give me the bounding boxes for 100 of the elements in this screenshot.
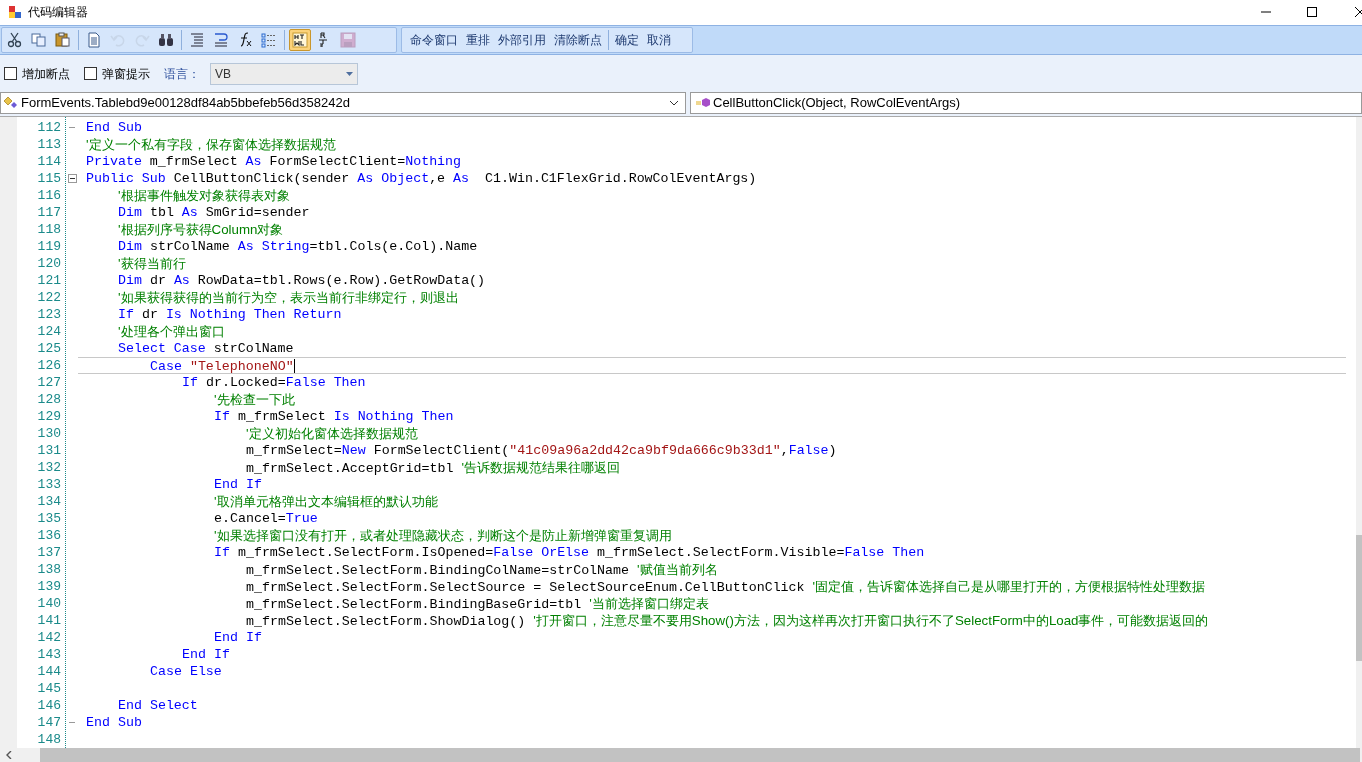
scroll-left-icon[interactable] bbox=[6, 751, 12, 759]
line-number: 119 bbox=[36, 238, 61, 255]
chevron-down-icon bbox=[669, 100, 679, 106]
code-line: '根据事件触发对象获得表对象 bbox=[118, 187, 290, 205]
member-dropdown[interactable]: CellButtonClick(Object, RowColEventArgs) bbox=[690, 92, 1362, 114]
line-number: 127 bbox=[36, 374, 61, 391]
line-number: 128 bbox=[36, 391, 61, 408]
code-line: End If bbox=[182, 646, 230, 663]
code-line: '根据列序号获得Column对象 bbox=[118, 221, 284, 239]
line-number: 115 bbox=[36, 170, 61, 187]
code-line: '定义初始化窗体选择数据规范 bbox=[246, 425, 418, 443]
line-number: 145 bbox=[36, 680, 61, 697]
code-line: Dim tbl As SmGrid=sender bbox=[118, 204, 310, 221]
checkbox[interactable] bbox=[84, 67, 97, 80]
line-number: 131 bbox=[36, 442, 61, 459]
line-number: 114 bbox=[36, 153, 61, 170]
close-icon[interactable] bbox=[1354, 5, 1362, 18]
code-line: '定义一个私有字段，保存窗体选择数据规范 bbox=[86, 136, 336, 154]
line-number: 134 bbox=[36, 493, 61, 510]
vertical-scrollbar[interactable] bbox=[1356, 117, 1362, 748]
text-cursor bbox=[293, 359, 295, 374]
toolbar-button[interactable]: 重排 bbox=[462, 29, 494, 51]
code-line: m_frmSelect.SelectForm.ShowDialog() '打开窗口，注意尽量不要用Show()方法，因为这样再次打开窗口执行不了SelectForm中的Load事件，可能数据返回的 bbox=[246, 612, 1209, 630]
code-line: If dr Is Nothing Then Return bbox=[118, 306, 342, 323]
code-line: Case "TelephoneNO" bbox=[150, 358, 295, 375]
line-number: 144 bbox=[36, 663, 61, 680]
code-line: End If bbox=[214, 629, 262, 646]
code-line: '获得当前行 bbox=[118, 255, 186, 273]
line-number: 122 bbox=[36, 289, 61, 306]
checkbox-label: 增加断点 bbox=[22, 65, 70, 83]
line-number: 125 bbox=[36, 340, 61, 357]
line-number: 113 bbox=[36, 136, 61, 153]
code-line: '如果选择窗口没有打开，或者处理隐藏状态，判断这个是防止新增弹窗重复调用 bbox=[214, 527, 672, 545]
code-line: '先检查一下此 bbox=[214, 391, 295, 409]
line-number: 133 bbox=[36, 476, 61, 493]
line-number: 143 bbox=[36, 646, 61, 663]
code-line: If dr.Locked=False Then bbox=[182, 374, 366, 391]
checkbox[interactable] bbox=[4, 67, 17, 80]
line-number: 137 bbox=[36, 544, 61, 561]
code-line: m_frmSelect.SelectForm.BindingColName=strColName '赋值当前列名 bbox=[246, 561, 718, 579]
line-number: 139 bbox=[36, 578, 61, 595]
line-number: 129 bbox=[36, 408, 61, 425]
line-number: 120 bbox=[36, 255, 61, 272]
line-number: 118 bbox=[36, 221, 61, 238]
line-number: 142 bbox=[36, 629, 61, 646]
line-number: 141 bbox=[36, 612, 61, 629]
code-line: Dim strColName As String=tbl.Cols(e.Col).Name bbox=[118, 238, 478, 255]
language-label: 语言： bbox=[164, 65, 200, 83]
code-line: Dim dr As RowData=tbl.Rows(e.Row).GetRowData() bbox=[118, 272, 486, 289]
line-number: 121 bbox=[36, 272, 61, 289]
app-icon bbox=[8, 4, 22, 19]
toolbar-button[interactable]: 外部引用 bbox=[494, 29, 550, 51]
window-title: 代码编辑器 bbox=[28, 3, 88, 21]
line-number: 124 bbox=[36, 323, 61, 340]
language-dropdown[interactable]: VB bbox=[210, 62, 358, 85]
code-line: m_frmSelect.AcceptGrid=tbl '告诉数据规范结果往哪返回 bbox=[246, 459, 620, 477]
line-number: 116 bbox=[36, 187, 61, 204]
line-number: 138 bbox=[36, 561, 61, 578]
collapse-icon[interactable] bbox=[67, 174, 77, 183]
line-number: 112 bbox=[36, 119, 61, 136]
class-dropdown[interactable]: FormEvents.Tablebd9e00128df84ab5bbefeb56d358242d bbox=[0, 92, 686, 114]
toolbar-button[interactable]: 取消 bbox=[643, 29, 675, 51]
code-line: Case Else bbox=[150, 663, 222, 680]
line-number: 147 bbox=[36, 714, 61, 731]
code-line: m_frmSelect.SelectForm.BindingBaseGrid=tbl '当前选择窗口绑定表 bbox=[246, 595, 709, 613]
code-line: End If bbox=[214, 476, 262, 493]
code-line: m_frmSelect=New FormSelectClient("41c09a96a2dd42ca9bf9da666c9b33d1",False) bbox=[246, 442, 837, 459]
code-line: '如果获得获得的当前行为空，表示当前行非绑定行，则退出 bbox=[118, 289, 459, 307]
line-number: 146 bbox=[36, 697, 61, 714]
line-number: 117 bbox=[36, 204, 61, 221]
code-line: Public Sub CellButtonClick(sender As Object,e As C1.Win.C1FlexGrid.RowColEventArgs) bbox=[86, 170, 757, 187]
line-number: 140 bbox=[36, 595, 61, 612]
method-icon bbox=[695, 96, 711, 110]
code-line: If m_frmSelect.SelectForm.IsOpened=False OrElse m_frmSelect.SelectForm.Visible=False Then bbox=[214, 544, 925, 561]
code-line: '处理各个弹出窗口 bbox=[118, 323, 225, 341]
toolbar-button[interactable]: 命令窗口 bbox=[406, 29, 462, 51]
line-number: 126 bbox=[36, 357, 61, 374]
code-line: Private m_frmSelect As FormSelectClient=Nothing bbox=[86, 153, 462, 170]
line-number: 135 bbox=[36, 510, 61, 527]
code-line: End Sub bbox=[86, 119, 142, 136]
code-line: End Select bbox=[118, 697, 198, 714]
checkbox-label: 弹窗提示 bbox=[102, 65, 150, 83]
line-number: 132 bbox=[36, 459, 61, 476]
line-number: 148 bbox=[36, 731, 61, 748]
class-icon bbox=[3, 96, 19, 110]
html-icon[interactable] bbox=[289, 29, 311, 51]
code-line: If m_frmSelect Is Nothing Then bbox=[214, 408, 454, 425]
line-number: 123 bbox=[36, 306, 61, 323]
caret-icon bbox=[346, 71, 353, 76]
horizontal-scrollbar[interactable] bbox=[0, 748, 1362, 762]
code-line: e.Cancel=True bbox=[214, 510, 318, 527]
toolbar-button[interactable]: 确定 bbox=[611, 29, 643, 51]
code-line: End Sub bbox=[86, 714, 142, 731]
maximize-icon[interactable] bbox=[1306, 5, 1318, 18]
code-line: '取消单元格弹出文本编辑框的默认功能 bbox=[214, 493, 438, 511]
line-number: 136 bbox=[36, 527, 61, 544]
code-line: Select Case strColName bbox=[118, 340, 294, 357]
line-number: 130 bbox=[36, 425, 61, 442]
toolbar-button[interactable]: 清除断点 bbox=[550, 29, 606, 51]
code-line: m_frmSelect.SelectForm.SelectSource = SelectSourceEnum.CellButtonClick '固定值，告诉窗体选择自己是从哪里打开的，方便根据特性处理数据 bbox=[246, 578, 1206, 596]
